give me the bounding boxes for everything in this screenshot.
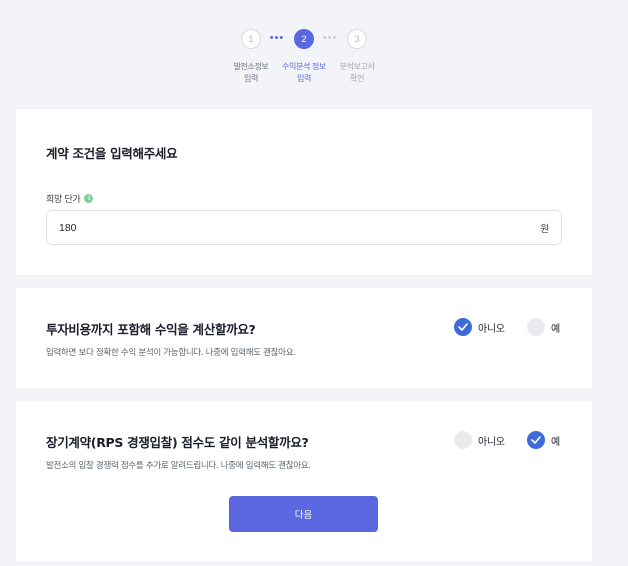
- step-3-label-line2: 확인: [350, 74, 364, 83]
- radio-empty-icon[interactable]: [527, 318, 545, 336]
- long-term-option-yes[interactable]: 예: [527, 431, 560, 449]
- check-icon[interactable]: [454, 318, 472, 336]
- investment-question: 투자비용까지 포함해 수익을 계산할까요?: [46, 322, 256, 337]
- investment-option-no[interactable]: 아니오: [454, 318, 505, 336]
- long-term-option-yes-label: 예: [551, 436, 560, 448]
- long-term-option-no-label: 아니오: [478, 436, 505, 448]
- step-1-circle: 1: [241, 29, 261, 49]
- check-icon[interactable]: [527, 431, 545, 449]
- desired-price-label: 희망 단가 i: [46, 192, 94, 205]
- desired-price-field[interactable]: 원: [46, 210, 562, 245]
- step-2-circle: 2: [294, 29, 314, 49]
- contract-title: 계약 조건을 입력해주세요: [46, 146, 178, 161]
- currency-unit: 원: [540, 224, 549, 235]
- step-3-circle: 3: [347, 29, 367, 49]
- next-button[interactable]: 다음: [229, 496, 378, 532]
- progress-stepper: 1 ••• 2 ••• 3 발전소정보 입력 수익분석 정보 입력 분석보고서 …: [0, 0, 628, 100]
- long-term-card: 장기계약(RPS 경쟁입찰) 점수도 같이 분석할까요? 발전소의 입찰 경쟁력…: [16, 401, 592, 561]
- desired-price-label-text: 희망 단가: [46, 195, 81, 205]
- desired-price-input[interactable]: [59, 220, 499, 236]
- investment-description: 입력하면 보다 정확한 수익 분석이 가능합니다. 나중에 입력해도 괜찮아요.: [46, 348, 296, 358]
- long-term-description: 발전소의 입찰 경쟁력 점수를 추가로 알려드립니다. 나중에 입력해도 괜찮아…: [46, 461, 311, 471]
- radio-empty-icon[interactable]: [454, 431, 472, 449]
- investment-option-no-label: 아니오: [478, 323, 505, 335]
- step-connector-1: •••: [269, 32, 285, 44]
- step-connector-2: •••: [322, 32, 338, 44]
- investment-option-yes[interactable]: 예: [527, 318, 560, 336]
- long-term-question: 장기계약(RPS 경쟁입찰) 점수도 같이 분석할까요?: [46, 435, 309, 450]
- info-icon[interactable]: i: [84, 194, 94, 203]
- contract-card: 계약 조건을 입력해주세요 희망 단가 i 원: [16, 109, 592, 275]
- long-term-option-no[interactable]: 아니오: [454, 431, 505, 449]
- step-3-label-line1: 분석보고서: [339, 62, 375, 71]
- investment-card: 투자비용까지 포함해 수익을 계산할까요? 입력하면 보다 정확한 수익 분석이…: [16, 288, 592, 388]
- investment-option-yes-label: 예: [551, 323, 560, 335]
- step-3-label: 분석보고서 확인: [322, 61, 392, 85]
